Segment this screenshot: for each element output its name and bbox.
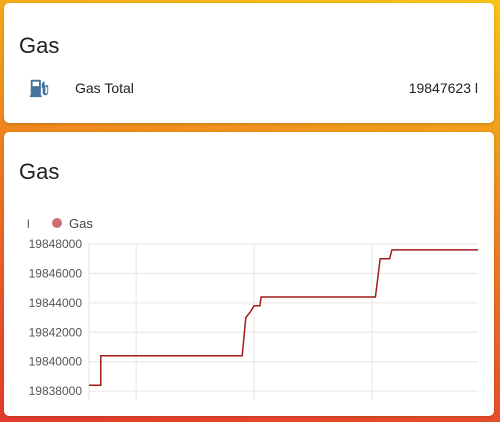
entities-card: Gas Gas Total 19847623 l — [4, 3, 494, 123]
y-tick-label: 19846000 — [29, 266, 83, 280]
x-tick-label: 12:00 AM — [347, 409, 398, 410]
entity-row-gas-total[interactable]: Gas Total 19847623 l — [4, 71, 494, 103]
y-tick-labels: 19838000 19840000 19842000 19844000 19846000… — [29, 237, 83, 398]
x-tick-label: 12:00 AM — [111, 409, 162, 410]
entity-state: 19847623 l — [408, 80, 478, 96]
gas-pump-icon — [29, 79, 49, 98]
x-tick-labels: 12:00 AM 12:00 AM 12:00 AM — [111, 409, 397, 410]
y-tick-label: 19844000 — [29, 296, 83, 310]
chart-svg: l Gas 1983800019840000198420001984400019… — [27, 216, 478, 410]
series-line-gas — [89, 249, 478, 387]
x-tick-label: 12:00 AM — [229, 409, 280, 410]
entities-card-title: Gas — [19, 33, 60, 58]
chart-grid — [88, 243, 478, 400]
y-axis-unit: l — [27, 217, 30, 231]
y-tick-label: 19842000 — [29, 325, 83, 339]
y-tick-label: 19838000 — [29, 384, 83, 398]
graph-card-title: Gas — [19, 159, 60, 184]
legend-label-gas[interactable]: Gas — [69, 216, 93, 231]
history-graph[interactable]: l Gas 19838000 19840000 19842000 19844000 19… — [4, 204, 494, 410]
history-graph-card: Gas l Gas 19838000 19840000 19842000 198440… — [4, 132, 494, 416]
entity-name: Gas Total — [75, 80, 134, 96]
y-tick-label: 19848000 — [29, 237, 83, 251]
legend-dot — [52, 218, 62, 228]
y-tick-label: 19840000 — [29, 355, 83, 369]
